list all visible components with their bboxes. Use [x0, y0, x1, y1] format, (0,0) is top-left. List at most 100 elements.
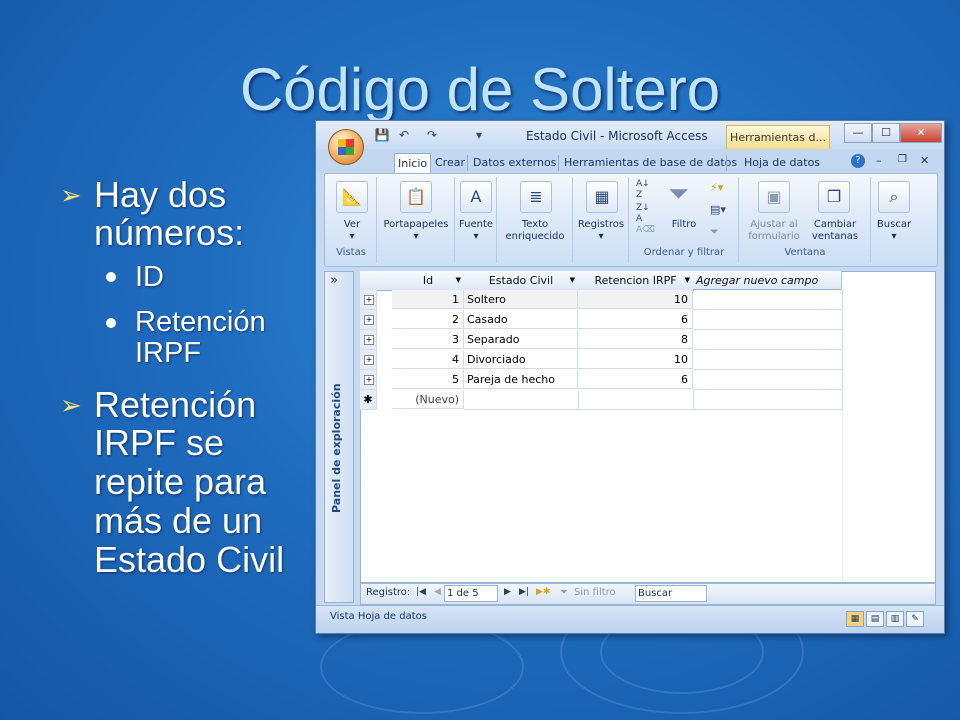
select-all-corner[interactable]	[360, 271, 377, 291]
no-filter-icon[interactable]: ⏷	[560, 587, 568, 598]
nav-pane-label[interactable]: Panel de exploración	[330, 333, 343, 513]
rich-text-icon[interactable]: ≣	[520, 181, 552, 213]
table-cell[interactable]: 2	[392, 310, 464, 329]
fuente-dropdown-icon[interactable]: ▾	[456, 231, 496, 243]
expand-row-icon[interactable]: +	[364, 315, 374, 325]
table-cell[interactable]	[578, 390, 694, 410]
minimize-button[interactable]: —	[844, 123, 872, 143]
texto-enriquecido-line2[interactable]: enriquecido	[498, 231, 572, 243]
expand-row-icon[interactable]: +	[364, 295, 374, 305]
ajustar-formulario-line1[interactable]: Ajustar al	[744, 219, 804, 231]
redo-icon[interactable]: ↷	[424, 127, 440, 143]
help-icon[interactable]: ?	[851, 154, 865, 168]
undo-icon[interactable]: ↶	[396, 127, 412, 143]
table-cell[interactable]: 10	[578, 290, 693, 309]
filter-icon[interactable]: ⏷	[668, 179, 689, 210]
table-cell[interactable]: Separado	[464, 330, 578, 349]
table-cell[interactable]: 5	[392, 370, 464, 389]
table-cell[interactable]: 6	[578, 370, 693, 389]
column-dropdown-icon[interactable]: ▼	[570, 271, 575, 290]
datasheet-view-icon[interactable]: ▦	[846, 611, 864, 627]
table-cell[interactable]	[693, 370, 843, 390]
switch-windows-icon[interactable]: ❐	[818, 181, 850, 213]
doc-restore-icon[interactable]: ❐	[898, 154, 907, 165]
binoculars-icon[interactable]: ⌕	[878, 181, 910, 213]
table-cell[interactable]	[693, 350, 843, 370]
portapapeles-dropdown-icon[interactable]: ▾	[378, 231, 454, 243]
last-record-icon[interactable]: ▶|	[519, 587, 529, 597]
customize-qat-icon[interactable]: ▾	[471, 127, 487, 143]
table-cell[interactable]: 4	[392, 350, 464, 369]
ver-dropdown-icon[interactable]: ▾	[330, 231, 374, 243]
buscar-button[interactable]: Buscar	[872, 219, 916, 231]
office-button[interactable]	[328, 129, 364, 165]
table-cell[interactable]: Soltero	[464, 290, 578, 309]
records-icon[interactable]: ▦	[586, 181, 618, 213]
record-number-input[interactable]: 1 de 5	[444, 585, 498, 602]
new-record-cell[interactable]: (Nuevo)	[392, 390, 464, 409]
filter-status[interactable]: Sin filtro	[574, 587, 616, 598]
maximize-button[interactable]: ☐	[872, 123, 900, 143]
table-cell[interactable]: 8	[578, 330, 693, 349]
column-header-id[interactable]: Id ▼	[392, 271, 465, 291]
clear-sort-icon[interactable]: A⌫	[636, 225, 655, 235]
filtro-button[interactable]: Filtro	[662, 219, 706, 231]
table-cell[interactable]: 10	[578, 350, 693, 369]
cambiar-ventanas-line2[interactable]: ventanas	[804, 231, 866, 243]
next-record-icon[interactable]: ▶	[504, 587, 511, 597]
table-cell[interactable]	[464, 390, 579, 410]
table-cell[interactable]	[693, 390, 843, 410]
expand-row-icon[interactable]: +	[364, 375, 374, 385]
paste-icon[interactable]: 📋	[400, 181, 432, 213]
buscar-dropdown-icon[interactable]: ▾	[872, 231, 916, 243]
font-icon[interactable]: A	[460, 181, 492, 213]
sort-descending-icon[interactable]: Z↓ A	[636, 203, 650, 225]
column-header-estado-civil[interactable]: Estado Civil ▼	[464, 271, 579, 291]
table-cell[interactable]: Pareja de hecho	[464, 370, 578, 389]
prev-record-icon[interactable]: ◀	[434, 587, 441, 597]
ver-button[interactable]: Ver	[330, 219, 374, 231]
expand-nav-icon[interactable]: »	[330, 273, 338, 288]
first-record-icon[interactable]: |◀	[416, 587, 426, 597]
table-cell[interactable]: Divorciado	[464, 350, 578, 369]
view-icon[interactable]: 📐	[336, 181, 368, 213]
column-header-retencion-irpf[interactable]: Retencion IRPF ▼	[578, 271, 694, 291]
tab-herramientas-bd[interactable]: Herramientas de base de datos	[561, 153, 740, 173]
column-dropdown-icon[interactable]: ▼	[456, 271, 461, 290]
cambiar-ventanas-line1[interactable]: Cambiar	[804, 219, 866, 231]
tab-hoja-de-datos[interactable]: Hoja de datos	[741, 153, 823, 173]
advanced-filter-icon[interactable]: ▤▾	[710, 203, 726, 216]
table-cell[interactable]	[693, 330, 843, 350]
sort-ascending-icon[interactable]: A↓ Z	[636, 179, 650, 201]
table-cell[interactable]: 3	[392, 330, 464, 349]
ajustar-formulario-line2[interactable]: formulario	[744, 231, 804, 243]
pivot-table-view-icon[interactable]: ▤	[866, 611, 884, 627]
expand-row-icon[interactable]: +	[364, 355, 374, 365]
registros-dropdown-icon[interactable]: ▾	[574, 231, 628, 243]
texto-enriquecido-line1[interactable]: Texto	[498, 219, 572, 231]
tab-datos-externos[interactable]: Datos externos	[470, 153, 559, 173]
table-cell[interactable]: Casado	[464, 310, 578, 329]
selection-filter-icon[interactable]: ⚡▾	[710, 181, 723, 194]
toggle-filter-icon[interactable]: ⏷	[710, 225, 719, 239]
column-header-add-field[interactable]: Agregar nuevo campo	[693, 271, 842, 290]
design-view-icon[interactable]: ✎	[906, 611, 924, 627]
fit-form-icon[interactable]: ▣	[758, 181, 790, 213]
tab-inicio[interactable]: Inicio	[394, 153, 432, 174]
registros-button[interactable]: Registros	[574, 219, 628, 231]
table-cell[interactable]: 1	[392, 290, 464, 309]
table-cell[interactable]: 6	[578, 310, 693, 329]
doc-minimize-icon[interactable]: –	[876, 154, 882, 167]
portapapeles-button[interactable]: Portapapeles	[378, 219, 454, 231]
search-input[interactable]: Buscar	[635, 585, 707, 602]
expand-row-icon[interactable]: +	[364, 335, 374, 345]
table-cell[interactable]	[693, 310, 843, 330]
column-dropdown-icon[interactable]: ▼	[685, 271, 690, 290]
close-button[interactable]: ✕	[900, 123, 942, 143]
pivot-chart-view-icon[interactable]: ▥	[886, 611, 904, 627]
doc-close-icon[interactable]: ✕	[920, 154, 929, 167]
tab-crear[interactable]: Crear	[432, 153, 468, 173]
table-cell[interactable]	[693, 290, 843, 310]
save-icon[interactable]: 💾	[374, 127, 390, 143]
new-record-icon[interactable]: ✱	[360, 390, 377, 410]
